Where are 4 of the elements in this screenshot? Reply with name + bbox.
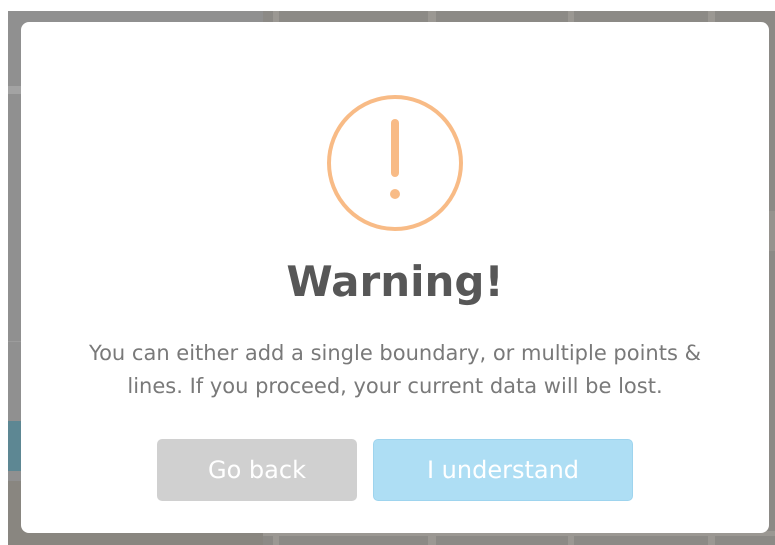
dialog-title: Warning! xyxy=(286,257,504,307)
confirm-button[interactable]: I understand xyxy=(373,439,633,501)
warning-icon xyxy=(325,93,465,233)
dialog-message: You can either add a single boundary, or multiple points & lines. If you proceed, your current data will be lost. xyxy=(88,340,702,400)
